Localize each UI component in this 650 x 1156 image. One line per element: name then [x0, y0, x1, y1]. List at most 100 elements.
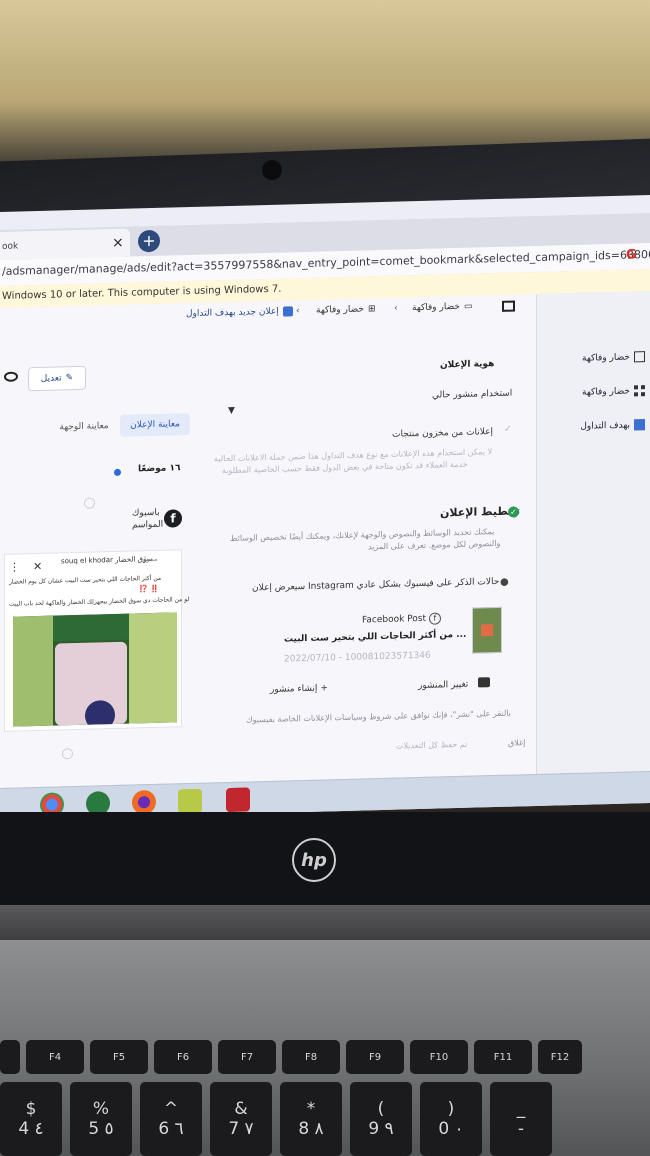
ad-icon: [634, 419, 645, 431]
key-f5[interactable]: F5: [90, 1040, 148, 1074]
folder-icon: [634, 351, 645, 363]
key-f9[interactable]: F9: [346, 1040, 404, 1074]
location-pin-icon: ●: [500, 576, 509, 588]
new-tab-button[interactable]: +: [138, 229, 160, 253]
key-minus[interactable]: _ -: [490, 1082, 552, 1156]
key-partial[interactable]: [0, 1040, 20, 1074]
help-circle-icon[interactable]: [62, 748, 73, 760]
google-icon[interactable]: G: [626, 247, 637, 262]
use-existing-post-option[interactable]: استخدام منشور حالي: [432, 389, 512, 401]
word-icon[interactable]: [226, 787, 250, 813]
plus-icon: +: [320, 683, 328, 694]
placements-count: ١٦ موضعًا: [138, 463, 181, 475]
adset-label: خضار وفاكهة: [316, 304, 364, 316]
sidebar-item-campaign[interactable]: بهدف التداول: [580, 419, 645, 432]
post-thumbnail[interactable]: [472, 606, 502, 654]
sidebar-item-label: خضار وفاكهة: [582, 386, 630, 398]
ad-setup-desc-2: والنصوص لكل موضع. تعرف على المزيد: [368, 538, 501, 552]
wifi-icon[interactable]: [178, 788, 202, 814]
webcam: [262, 160, 282, 180]
tab-title: ook: [2, 241, 19, 252]
create-post-button[interactable]: إنشاء منشور +: [270, 683, 328, 695]
ad-preview-card: ⋮ ✕ souq el khodar سوق الخضار ممول من أك…: [4, 549, 189, 732]
laptop-hinge: [0, 905, 650, 945]
ad-identity-label: هوية الإعلان: [440, 359, 495, 371]
sidebar-item-ad[interactable]: خضار وفاكهة: [582, 351, 645, 364]
ad-label: خضار وفاكهة: [412, 301, 460, 314]
browser-tab[interactable]: ook ×: [0, 228, 130, 260]
hp-logo: hp: [292, 838, 336, 882]
key-f7[interactable]: F7: [218, 1040, 276, 1074]
check-icon: ✓: [504, 424, 512, 435]
key-5[interactable]: % 5 ٥: [70, 1082, 132, 1156]
document-icon: [478, 677, 490, 688]
tab-close-icon[interactable]: ×: [112, 235, 124, 251]
post-id: 2022/07/10 - 100081023571346: [284, 650, 431, 665]
breadcrumb-ad[interactable]: خضار وفاكهة ▭: [412, 302, 472, 314]
grid-icon: [634, 385, 645, 397]
key-8[interactable]: * 8 ٨: [280, 1082, 342, 1156]
ad-text-line-2: ⁉️ ‼️: [139, 584, 159, 594]
ad-image-cucumbers: [13, 615, 53, 727]
campaign-label: إعلان جديد بهدف التداول: [186, 306, 279, 320]
edit-button[interactable]: تعديل ✎: [28, 365, 86, 392]
key-4[interactable]: $4 ٤: [0, 1082, 62, 1156]
laptop-screen: ook × + /adsmanager/manage/ads/edit?act=…: [0, 194, 650, 821]
facebook-icon: f: [428, 612, 441, 625]
ad-text-line-1: من أكثر الحاجات اللي بتحير ست البيت عشان…: [9, 574, 162, 586]
ad-image[interactable]: [13, 612, 177, 727]
os-warning-text: Windows 10 or later. This computer is us…: [2, 283, 282, 302]
key-f6[interactable]: F6: [154, 1040, 212, 1074]
key-0[interactable]: ) 0 ٠: [420, 1082, 482, 1156]
campaign-icon: [282, 306, 293, 317]
play-icon[interactable]: [85, 699, 115, 727]
page-name-line-2: المواسم: [132, 519, 164, 531]
status-dot: [114, 468, 121, 477]
breadcrumb-adset[interactable]: خضار وفاكهة ⊞: [316, 304, 376, 316]
close-icon[interactable]: ✕: [33, 560, 42, 573]
key-f12[interactable]: F12: [538, 1040, 582, 1074]
key-6[interactable]: ^ 6 ٦: [140, 1082, 202, 1156]
ad-image-greens: [43, 613, 143, 642]
key-f11[interactable]: F11: [474, 1040, 532, 1074]
tab-ad-preview[interactable]: معاينة الإعلان: [120, 413, 190, 437]
panel-toggle-icon[interactable]: [502, 300, 515, 312]
tab-page-preview[interactable]: معاينة الوجهة: [52, 415, 116, 439]
key-f10[interactable]: F10: [410, 1040, 468, 1074]
radio-placeholder[interactable]: [84, 497, 95, 509]
key-9[interactable]: (9 ٩: [350, 1082, 412, 1156]
sidebar-item-label: بهدف التداول: [580, 420, 630, 432]
breadcrumb-campaign[interactable]: إعلان جديد بهدف التداول: [186, 306, 293, 319]
breadcrumb-separator-2: ‹: [394, 303, 398, 314]
pencil-icon: ✎: [65, 373, 74, 384]
edit-label: تعديل: [40, 373, 62, 384]
key-f8[interactable]: F8: [282, 1040, 340, 1074]
terms-note: بالنقر على "نشر"، فإنك توافق على شروط وس…: [246, 708, 511, 725]
change-post-button[interactable]: تغيير المنشور: [418, 680, 468, 691]
ad-image-zucchini: [129, 612, 177, 724]
facebook-page-icon: f: [164, 509, 182, 528]
ad-text-line-3: لو من الحاجات دي سوق الخضار بيجهزلك الخض…: [9, 596, 190, 608]
sidebar-item-label: خضار وفاكهة: [582, 352, 630, 364]
key-f4[interactable]: F4: [26, 1040, 84, 1074]
eye-icon[interactable]: [4, 371, 18, 382]
chevron-down-icon[interactable]: ▼: [228, 406, 235, 416]
ad-editor-panel: إعلان جديد بهدف التداول ‹ خضار وفاكهة ⊞ …: [0, 293, 536, 788]
store-name: souq el khodar سوق الخضار: [61, 555, 153, 566]
breadcrumb-separator-1: ‹: [296, 306, 300, 317]
close-link[interactable]: إغلاق: [508, 738, 525, 747]
ads-manager-page: إعلان جديد بهدف التداول ‹ خضار وفاكهة ⊞ …: [0, 290, 650, 788]
function-key-row: F4 F5 F6 F7 F8 F9 F10 F11 F12: [0, 1040, 650, 1078]
dynamic-ads-title[interactable]: إعلانات من مخزون منتجات: [392, 427, 493, 440]
key-7[interactable]: & 7 ٧: [210, 1082, 272, 1156]
more-icon[interactable]: ⋮: [9, 560, 20, 573]
page-name-line-1: باسبوك: [132, 507, 160, 519]
save-status: تم حفظ كل التعديلات: [396, 739, 468, 751]
firefox-icon[interactable]: [132, 789, 156, 815]
sponsored-label: ممول: [141, 554, 158, 564]
facebook-post-label: Facebook Post f: [362, 612, 441, 626]
post-title: من أكثر الحاجات اللي بتحير ست البيت ...: [284, 629, 467, 645]
number-key-row: $4 ٤ % 5 ٥ ^ 6 ٦ & 7 ٧ * 8 ٨ (9 ٩ ) 0 ٠ _ -: [0, 1082, 650, 1156]
sidebar-item-adset[interactable]: خضار وفاكهة: [582, 385, 645, 398]
instagram-note: سيعرض إعلان Instagram حالات الذكر على في…: [252, 576, 500, 594]
